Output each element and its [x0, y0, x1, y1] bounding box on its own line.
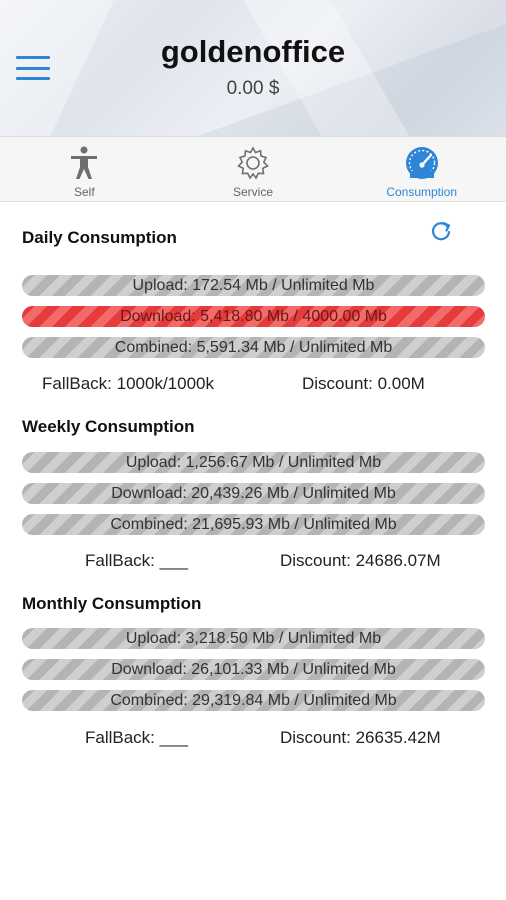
- account-balance: 0.00 $: [226, 78, 280, 99]
- speedometer-icon: [405, 147, 438, 179]
- daily-combined-bar: Combined: 5,591.34 Mb / Unlimited Mb: [22, 337, 485, 358]
- gear-icon: [237, 146, 269, 180]
- tab-service-label: Service: [233, 185, 274, 199]
- app-header: goldenoffice 0.00 $: [0, 0, 506, 136]
- tab-self[interactable]: Self: [0, 137, 169, 201]
- monthly-consumption-title: Monthly Consumption: [22, 594, 202, 613]
- daily-download-bar: Download: 5,418.80 Mb / 4000.00 Mb: [22, 306, 485, 327]
- daily-consumption-title: Daily Consumption: [22, 228, 177, 247]
- monthly-discount: Discount: 26635.42M: [280, 728, 441, 747]
- weekly-discount: Discount: 24686.07M: [280, 551, 441, 570]
- monthly-upload-bar: Upload: 3,218.50 Mb / Unlimited Mb: [22, 628, 485, 649]
- daily-fallback: FallBack: 1000k/1000k: [42, 374, 214, 393]
- weekly-download-bar: Download: 20,439.26 Mb / Unlimited Mb: [22, 483, 485, 504]
- monthly-download-bar: Download: 26,101.33 Mb / Unlimited Mb: [22, 659, 485, 680]
- daily-discount: Discount: 0.00M: [302, 374, 425, 393]
- account-name: goldenoffice: [160, 34, 346, 69]
- weekly-upload-bar: Upload: 1,256.67 Mb / Unlimited Mb: [22, 452, 485, 473]
- tab-self-label: Self: [73, 185, 95, 199]
- monthly-combined-bar: Combined: 29,319.84 Mb / Unlimited Mb: [22, 690, 485, 711]
- weekly-combined-bar: Combined: 21,695.93 Mb / Unlimited Mb: [22, 514, 485, 535]
- refresh-icon[interactable]: [428, 218, 454, 244]
- weekly-consumption-title: Weekly Consumption: [22, 417, 195, 436]
- tab-service[interactable]: Service: [169, 137, 338, 201]
- monthly-fallback: FallBack: ___: [85, 728, 188, 747]
- tab-consumption[interactable]: Consumption: [337, 137, 506, 201]
- daily-upload-bar: Upload: 172.54 Mb / Unlimited Mb: [22, 275, 485, 296]
- tab-bar: Self Service Consumption: [0, 136, 506, 202]
- weekly-fallback: FallBack: ___: [85, 551, 188, 570]
- person-icon: [71, 146, 98, 179]
- tab-consumption-label: Consumption: [386, 185, 458, 199]
